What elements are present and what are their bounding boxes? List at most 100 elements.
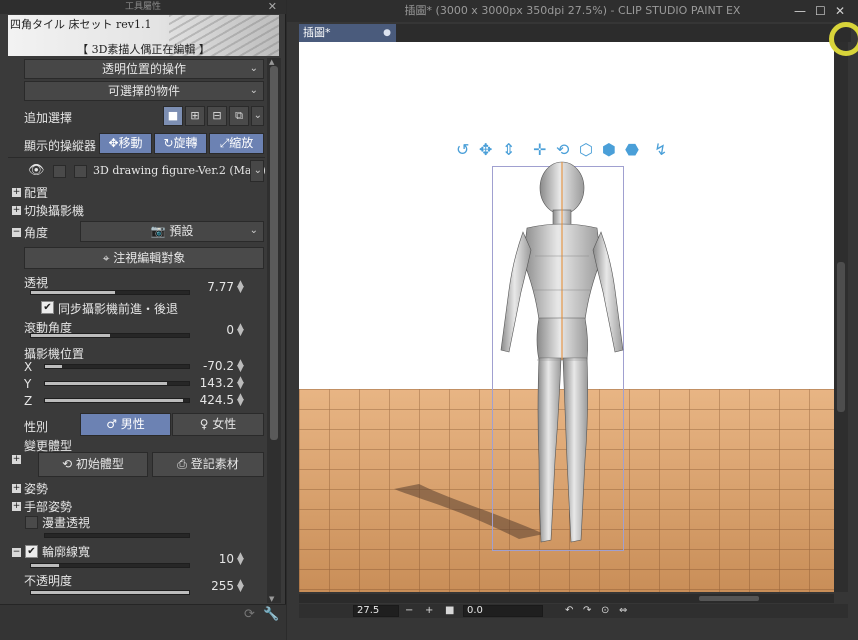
outline-value[interactable]: 10 xyxy=(196,552,234,566)
roll-value[interactable]: 0 xyxy=(196,323,234,337)
select-remove-icon[interactable]: ⊟ xyxy=(207,106,227,126)
z-value[interactable]: 424.5 xyxy=(196,393,234,407)
angle-preset-dropdown[interactable]: 📷 預設 ⌄ xyxy=(80,221,264,242)
y-slider[interactable] xyxy=(44,381,190,386)
x-slider[interactable] xyxy=(44,364,190,369)
chevron-down-icon: ⌄ xyxy=(249,85,258,96)
panel-footer: ⟳ 🔧 xyxy=(0,604,286,640)
expand-icon[interactable]: + xyxy=(12,206,21,215)
rotate-right-icon[interactable]: ↷ xyxy=(583,604,591,618)
selectable-dropdown[interactable]: 可選擇的物件 ⌄ xyxy=(24,81,264,101)
z-slider[interactable] xyxy=(44,398,190,403)
sync-camera-checkbox[interactable]: ✔ xyxy=(41,301,54,314)
spinner-icon[interactable]: ▲ ▼ xyxy=(237,579,244,594)
rotate-toggle[interactable]: ↻旋轉 xyxy=(154,133,207,154)
hand-pose-label[interactable]: 手部姿勢 xyxy=(24,498,72,515)
spinner-icon[interactable]: ▲ ▼ xyxy=(237,393,244,408)
male-toggle[interactable]: ♂ 男性 xyxy=(80,413,171,436)
manipulator-toolbar[interactable]: ↺ ✥ ⇕ ✛ ⟲ ⬡ ⬢ ⬣ ↯ xyxy=(454,136,684,162)
spinner-icon[interactable]: ▲ ▼ xyxy=(237,323,244,338)
select-new-icon[interactable]: ■ xyxy=(163,106,183,126)
x-value[interactable]: -70.2 xyxy=(196,359,234,373)
z-label: Z xyxy=(24,394,33,408)
preset-value: 預設 xyxy=(169,224,194,238)
collapse-icon[interactable]: − xyxy=(12,228,21,237)
y-label: Y xyxy=(24,377,32,391)
tab-illustration[interactable]: 插圖* ● xyxy=(299,24,396,42)
close-icon[interactable]: ✕ xyxy=(835,0,845,22)
rotate-left-icon[interactable]: ↶ xyxy=(565,604,573,618)
manga-perspective-label: 漫畫透視 xyxy=(42,516,91,530)
spinner-icon[interactable]: ▲ ▼ xyxy=(237,280,244,295)
expand-icon[interactable]: + xyxy=(12,455,21,464)
initial-body-button[interactable]: ⟲ 初始體型 xyxy=(38,452,148,477)
zoom-out-icon[interactable]: − xyxy=(405,604,413,618)
canvas-hscroll[interactable] xyxy=(299,594,834,603)
vscroll-thumb[interactable] xyxy=(837,262,845,412)
expand-icon[interactable]: + xyxy=(12,502,21,511)
spinner-icon[interactable]: ▲ ▼ xyxy=(237,552,244,567)
spinner-icon[interactable]: ▲ ▼ xyxy=(237,359,244,374)
model-lock-checkbox[interactable] xyxy=(53,165,66,178)
wrench-icon[interactable]: 🔧 xyxy=(263,607,279,622)
reset-rotation-icon[interactable]: ⊙ xyxy=(601,604,609,618)
roll-slider[interactable] xyxy=(30,333,190,338)
minimize-icon[interactable]: — xyxy=(794,0,806,22)
outline-checkbox[interactable]: ✔ xyxy=(25,545,38,558)
expand-icon[interactable]: + xyxy=(12,188,21,197)
move-toggle[interactable]: ✥移動 xyxy=(99,133,152,154)
tab-label: 插圖* xyxy=(303,26,331,39)
hscroll-thumb[interactable] xyxy=(699,596,759,601)
gaze-target-button[interactable]: ⌖ 注視編輯對象 xyxy=(24,247,264,269)
eye-icon[interactable]: 👁 xyxy=(28,163,45,178)
select-mode-dropdown[interactable]: ⌄ xyxy=(251,106,264,126)
y-value[interactable]: 143.2 xyxy=(196,376,234,390)
outline-slider[interactable] xyxy=(30,563,190,568)
female-toggle[interactable]: ♀ 女性 xyxy=(172,413,264,436)
manipulator-label: 顯示的操縱器 xyxy=(24,139,97,153)
expand-icon[interactable]: + xyxy=(12,484,21,493)
scale-toggle[interactable]: ⤢縮放 xyxy=(209,133,264,154)
camera-icon: 📷 xyxy=(150,224,170,238)
scroll-down-icon[interactable]: ▼ xyxy=(269,595,274,603)
switch-camera-label[interactable]: 切換攝影機 xyxy=(24,202,84,219)
model-visible-checkbox[interactable] xyxy=(74,165,87,178)
model-dropdown[interactable]: ⌄ xyxy=(250,160,264,182)
panel-close-icon[interactable]: ✕ xyxy=(268,0,277,14)
status-bar: 27.5 − + ■ 0.0 ↶ ↷ ⊙ ⇔ xyxy=(299,604,848,618)
canvas-vscroll[interactable] xyxy=(834,42,848,592)
opacity-slider[interactable] xyxy=(30,590,190,595)
collapse-icon[interactable]: − xyxy=(12,548,21,557)
opacity-value[interactable]: 255 xyxy=(196,579,234,593)
maximize-icon[interactable]: ☐ xyxy=(815,0,826,22)
perspective-slider[interactable] xyxy=(30,290,190,295)
panel-scrollbar[interactable]: ▲ ▼ xyxy=(267,58,281,603)
flip-horizontal-icon[interactable]: ⇔ xyxy=(619,604,627,618)
scroll-thumb[interactable] xyxy=(270,66,278,440)
transparency-value: 透明位置的操作 xyxy=(101,62,186,76)
tab-close-icon[interactable]: ● xyxy=(383,24,391,42)
register-material-button[interactable]: ⎙ 登記素材 xyxy=(152,452,264,477)
manga-perspective-checkbox[interactable] xyxy=(25,516,38,529)
select-add-icon[interactable]: ⊞ xyxy=(185,106,205,126)
scroll-up-icon[interactable]: ▲ xyxy=(269,58,274,66)
spinner-icon[interactable]: ▲ ▼ xyxy=(237,376,244,391)
layout-label[interactable]: 配置 xyxy=(24,184,48,201)
transparency-dropdown[interactable]: 透明位置的操作 ⌄ xyxy=(24,59,264,79)
zoom-in-icon[interactable]: + xyxy=(425,604,433,618)
manga-perspective-slider[interactable] xyxy=(44,533,190,538)
zoom-field[interactable]: 27.5 xyxy=(353,605,399,617)
initial-body-text: 初始體型 xyxy=(75,457,124,471)
target-icon: ⌖ xyxy=(102,251,114,265)
zoom-stop-icon[interactable]: ■ xyxy=(445,604,454,618)
opacity-label: 不透明度 xyxy=(24,574,73,588)
drawing-canvas[interactable]: ↺ ✥ ⇕ ✛ ⟲ ⬡ ⬢ ⬣ ↯ xyxy=(299,42,834,592)
window-title: 插圖* (3000 x 3000px 350dpi 27.5%) - CLIP … xyxy=(287,0,858,22)
reset-subtool-icon[interactable]: ⟳ xyxy=(244,607,255,622)
3d-figure[interactable] xyxy=(489,160,629,555)
model-name: 3D drawing figure-Ver.2 (Male) xyxy=(93,164,266,177)
select-toggle-icon[interactable]: ⧉ xyxy=(229,106,249,126)
perspective-value[interactable]: 7.77 xyxy=(196,280,234,294)
angle-field[interactable]: 0.0 xyxy=(463,605,543,617)
pose-label[interactable]: 姿勢 xyxy=(24,480,48,497)
